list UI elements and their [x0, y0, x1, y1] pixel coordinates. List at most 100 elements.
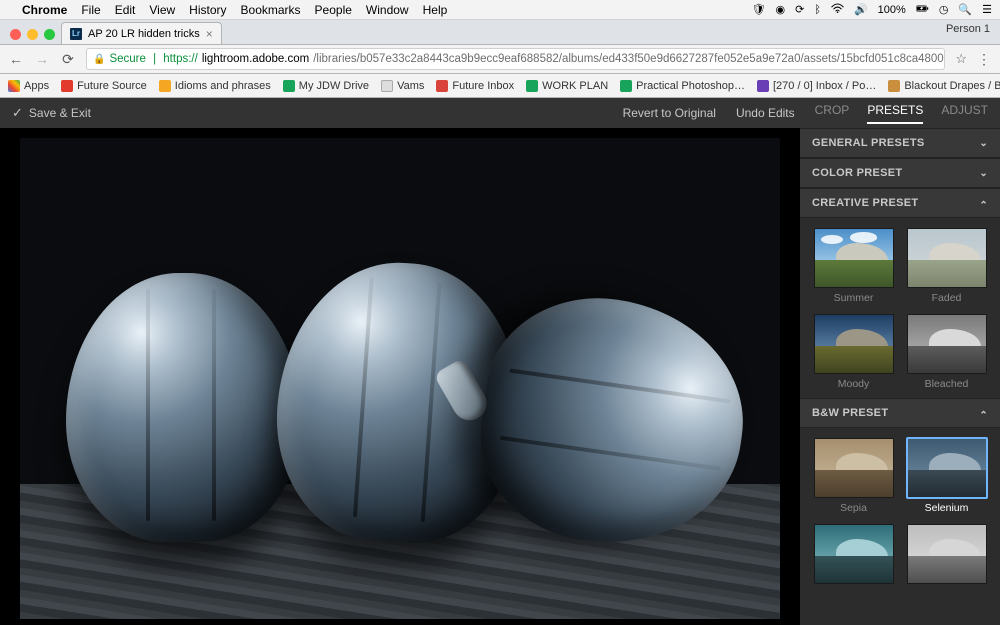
app-top-bar: ✓ Save & Exit Revert to Original Undo Ed… — [0, 98, 1000, 128]
bookmark-icon — [159, 80, 171, 92]
mac-menu-bar: Chrome File Edit View History Bookmarks … — [0, 0, 1000, 20]
battery-icon[interactable] — [916, 2, 929, 18]
toolbar: ← → ⟳ 🔒 Secure | https://lightroom.adobe… — [0, 44, 1000, 74]
bookmark-star-icon[interactable]: ☆ — [955, 51, 967, 67]
menu-extras-icon[interactable]: ☰ — [982, 3, 992, 16]
address-bar[interactable]: 🔒 Secure | https://lightroom.adobe.com/l… — [86, 48, 945, 70]
bookmark-icon — [620, 80, 632, 92]
minimize-window-button[interactable] — [27, 29, 38, 40]
revert-button[interactable]: Revert to Original — [623, 106, 716, 120]
photo-subject — [66, 273, 302, 542]
mode-tabs: CROP PRESETS ADJUST — [815, 103, 988, 124]
photo-canvas[interactable] — [20, 138, 780, 619]
bookmark-icon — [757, 80, 769, 92]
bookmark-label: [270 / 0] Inbox / Po… — [773, 80, 876, 92]
tab-favicon: Lr — [70, 28, 82, 40]
menu-window[interactable]: Window — [366, 3, 409, 17]
bookmark-label: Apps — [24, 80, 49, 92]
volume-icon[interactable]: 🔊 — [854, 3, 868, 16]
menu-people[interactable]: People — [315, 3, 352, 17]
bookmark-item[interactable]: Blackout Drapes / B… — [888, 80, 1000, 92]
preset-summer[interactable]: Summer — [812, 228, 895, 304]
section-color-preset[interactable]: COLOR PRESET ⌄ — [800, 158, 1000, 188]
tab-close-icon[interactable]: × — [206, 27, 213, 41]
url-separator: | — [150, 53, 159, 65]
bookmark-item[interactable]: Future Inbox — [436, 80, 514, 92]
bookmark-item[interactable]: [270 / 0] Inbox / Po… — [757, 80, 876, 92]
bw-presets-grid: Sepia Selenium — [800, 428, 1000, 596]
preset-bw-3[interactable] — [812, 524, 895, 588]
presets-panel: GENERAL PRESETS ⌄ COLOR PRESET ⌄ CREATIV… — [800, 128, 1000, 625]
secure-label: Secure — [109, 53, 145, 65]
menu-edit[interactable]: Edit — [115, 3, 136, 17]
tab-adjust[interactable]: ADJUST — [941, 103, 988, 124]
url-scheme: https:// — [163, 53, 198, 65]
preset-thumb — [814, 314, 894, 374]
menu-history[interactable]: History — [189, 3, 226, 17]
section-general-presets[interactable]: GENERAL PRESETS ⌄ — [800, 128, 1000, 158]
wifi-icon[interactable] — [831, 2, 844, 18]
spotlight-icon[interactable]: 🔍 — [958, 3, 972, 16]
preset-sepia[interactable]: Sepia — [812, 438, 895, 514]
bookmark-item[interactable]: WORK PLAN — [526, 80, 608, 92]
chevron-up-icon: ⌄ — [979, 408, 988, 419]
maximize-window-button[interactable] — [44, 29, 55, 40]
preset-thumb — [814, 524, 894, 584]
menu-bookmarks[interactable]: Bookmarks — [241, 3, 301, 17]
bookmark-icon — [381, 80, 393, 92]
menu-file[interactable]: File — [81, 3, 100, 17]
lock-icon: 🔒 — [93, 54, 105, 65]
browser-tab[interactable]: Lr AP 20 LR hidden tricks × — [61, 22, 222, 44]
bookmark-label: Blackout Drapes / B… — [904, 80, 1000, 92]
browser-chrome: Lr AP 20 LR hidden tricks × Person 1 ← →… — [0, 20, 1000, 98]
bookmark-apps[interactable]: Apps — [8, 80, 49, 92]
bookmark-icon — [436, 80, 448, 92]
preset-thumb — [814, 438, 894, 498]
section-creative-preset[interactable]: CREATIVE PRESET ⌄ — [800, 188, 1000, 218]
menu-app-name[interactable]: Chrome — [22, 3, 67, 17]
sync-icon[interactable]: ⟳ — [795, 3, 804, 16]
preset-label: Faded — [932, 292, 962, 304]
preset-thumb — [907, 228, 987, 288]
save-exit-button[interactable]: ✓ Save & Exit — [12, 105, 91, 121]
bookmark-item[interactable]: Future Source — [61, 80, 147, 92]
chevron-up-icon: ⌄ — [979, 198, 988, 209]
preset-thumb — [814, 228, 894, 288]
canvas-area — [0, 128, 800, 625]
creative-presets-grid: Summer Faded Moody Bleached — [800, 218, 1000, 398]
close-window-button[interactable] — [10, 29, 21, 40]
back-button[interactable]: ← — [8, 51, 24, 67]
shield-icon[interactable]: 🛡︎ — [752, 3, 766, 16]
eye-icon[interactable]: ◉ — [776, 3, 786, 16]
menu-view[interactable]: View — [149, 3, 175, 17]
bookmark-icon — [283, 80, 295, 92]
clock-icon[interactable]: ◷ — [939, 3, 949, 16]
chrome-menu-icon[interactable]: ⋮ — [977, 51, 992, 68]
profile-label[interactable]: Person 1 — [946, 23, 990, 35]
preset-label: Bleached — [925, 378, 969, 390]
tab-crop[interactable]: CROP — [815, 103, 850, 124]
bookmark-item[interactable]: Idioms and phrases — [159, 80, 271, 92]
bookmark-item[interactable]: Vams — [381, 80, 424, 92]
preset-selenium[interactable]: Selenium — [905, 438, 988, 514]
menu-help[interactable]: Help — [423, 3, 448, 17]
reload-button[interactable]: ⟳ — [60, 51, 76, 68]
bookmarks-bar: Apps Future Source Idioms and phrases My… — [0, 74, 1000, 98]
preset-moody[interactable]: Moody — [812, 314, 895, 390]
bookmark-item[interactable]: Practical Photoshop… — [620, 80, 745, 92]
forward-button[interactable]: → — [34, 51, 50, 67]
preset-bw-4[interactable] — [905, 524, 988, 588]
bookmark-label: WORK PLAN — [542, 80, 608, 92]
section-title: B&W PRESET — [812, 407, 888, 419]
undo-button[interactable]: Undo Edits — [736, 106, 795, 120]
bookmark-item[interactable]: My JDW Drive — [283, 80, 369, 92]
bookmark-icon — [888, 80, 900, 92]
preset-faded[interactable]: Faded — [905, 228, 988, 304]
section-bw-preset[interactable]: B&W PRESET ⌄ — [800, 398, 1000, 428]
preset-label: Sepia — [840, 502, 867, 514]
battery-percent: 100% — [878, 4, 906, 16]
bluetooth-icon[interactable]: ᛒ — [814, 4, 821, 16]
tab-strip: Lr AP 20 LR hidden tricks × Person 1 — [0, 20, 1000, 44]
preset-bleached[interactable]: Bleached — [905, 314, 988, 390]
tab-presets[interactable]: PRESETS — [867, 103, 923, 124]
